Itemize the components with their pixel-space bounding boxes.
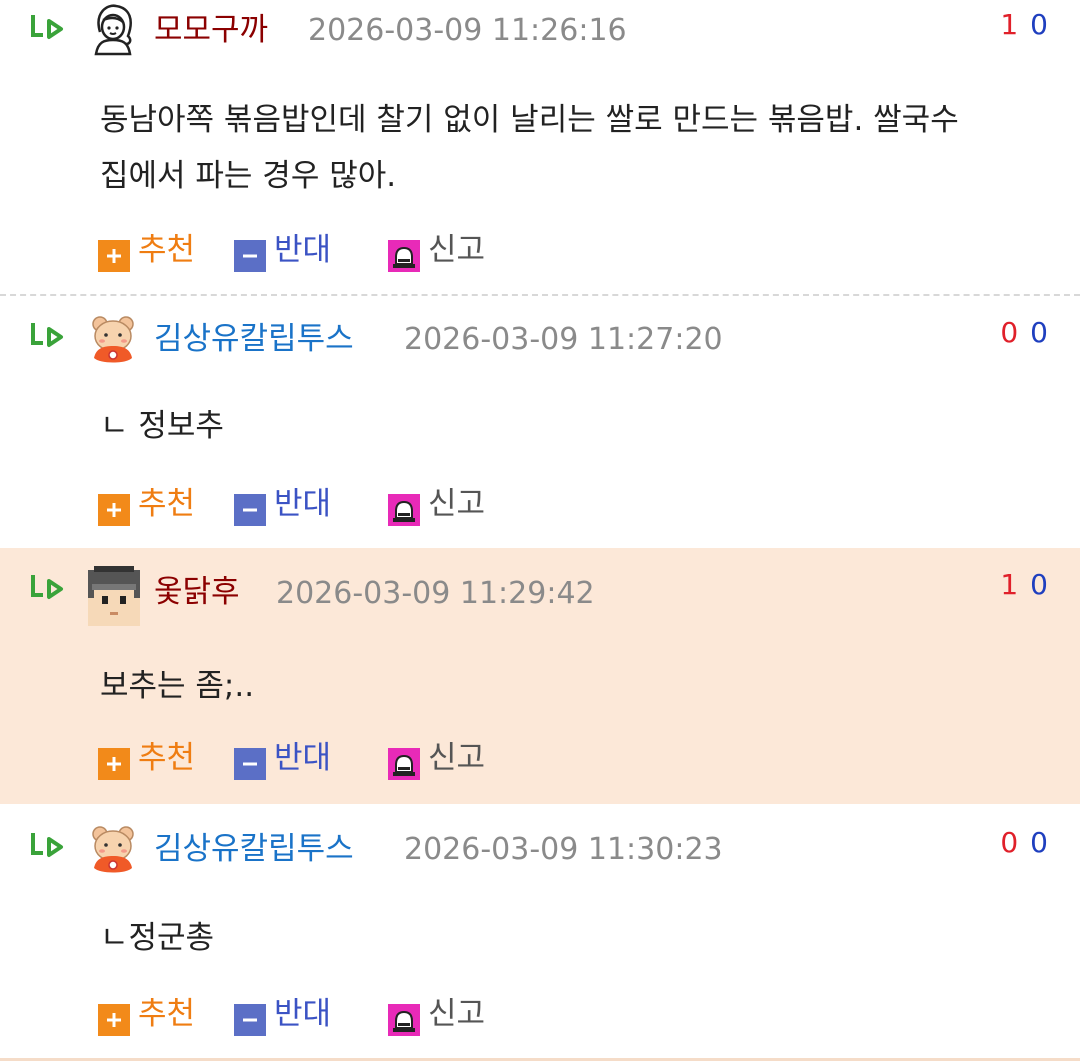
upvote-count: 1 (1000, 8, 1019, 41)
downvote-count: 0 (1030, 826, 1048, 859)
upvote-count: 1 (1000, 568, 1019, 601)
report-label: 신고 (428, 740, 486, 776)
comment-author[interactable]: 김상유칼립투스 (154, 319, 354, 359)
comment-date: 2026-03-09 11:26:16 (308, 13, 627, 48)
comment-text-line: ㄴ 정보추 (100, 408, 224, 444)
siren-icon (388, 1004, 420, 1036)
comment-author[interactable]: 모모구까 (154, 10, 268, 50)
comment-body: ㄴ 정보추 (100, 398, 1060, 454)
recommend-label: 추천 (138, 740, 196, 776)
upvote-count: 0 (1000, 316, 1019, 349)
bear-icon (92, 826, 134, 873)
plus-icon (98, 494, 130, 526)
downvote-count: 0 (1030, 316, 1048, 349)
comment-highlighted: 옻닭후 2026-03-09 11:29:42 10 보추는 좀;.. 추천 반… (0, 548, 1080, 804)
recommend-label: 추천 (138, 232, 196, 268)
vote-counts: 00 (1000, 826, 1048, 860)
comment-text-line: 동남아쪽 볶음밥인데 찰기 없이 날리는 쌀로 만드는 볶음밥. 쌀국수 (100, 102, 959, 138)
siren-icon (388, 494, 420, 526)
plus-icon (98, 1004, 130, 1036)
reply-arrow-icon (31, 15, 63, 39)
comment-date: 2026-03-09 11:27:20 (404, 322, 723, 357)
reply-arrow-icon (31, 575, 63, 599)
vote-counts: 00 (1000, 316, 1048, 350)
minus-icon (234, 748, 266, 780)
minus-icon (234, 240, 266, 272)
report-label: 신고 (428, 486, 486, 522)
oppose-label: 반대 (274, 996, 332, 1032)
reply-arrow-icon (31, 323, 63, 347)
comment-text-line: ㄴ정군총 (100, 920, 215, 956)
downvote-count: 0 (1030, 8, 1048, 41)
comment-author[interactable]: 옻닭후 (154, 572, 240, 612)
woman-outline-icon (94, 4, 132, 56)
bear-icon (92, 316, 134, 363)
recommend-label: 추천 (138, 486, 196, 522)
comment-body: 동남아쪽 볶음밥인데 찰기 없이 날리는 쌀로 만드는 볶음밥. 쌀국수 집에서… (100, 92, 1060, 204)
comment-text-line: 집에서 파는 경우 많아. (100, 158, 397, 194)
comment-text-line: 보추는 좀;.. (100, 668, 255, 704)
comment-author[interactable]: 김상유칼립투스 (154, 829, 354, 869)
plus-icon (98, 240, 130, 272)
oppose-label: 반대 (274, 232, 332, 268)
comment: 김상유칼립투스 2026-03-09 11:27:20 00 ㄴ 정보추 추천 … (0, 296, 1080, 548)
recommend-label: 추천 (138, 996, 196, 1032)
graduate-boy-icon (88, 566, 140, 626)
comment-body: ㄴ정군총 (100, 910, 1060, 966)
downvote-count: 0 (1030, 568, 1048, 601)
oppose-label: 반대 (274, 486, 332, 522)
siren-icon (388, 748, 420, 780)
plus-icon (98, 748, 130, 780)
upvote-count: 0 (1000, 826, 1019, 859)
reply-arrow-icon (31, 833, 63, 857)
comment-body: 보추는 좀;.. (100, 658, 1060, 714)
oppose-label: 반대 (274, 740, 332, 776)
comment: 김상유칼립투스 2026-03-09 11:30:23 00 ㄴ정군총 추천 반… (0, 804, 1080, 1060)
vote-counts: 10 (1000, 568, 1048, 602)
report-label: 신고 (428, 232, 486, 268)
vote-counts: 10 (1000, 8, 1048, 42)
siren-icon (388, 240, 420, 272)
comment-date: 2026-03-09 11:29:42 (276, 576, 595, 611)
minus-icon (234, 494, 266, 526)
comment-divider (0, 1058, 1080, 1061)
minus-icon (234, 1004, 266, 1036)
comment-date: 2026-03-09 11:30:23 (404, 832, 723, 867)
report-label: 신고 (428, 996, 486, 1032)
comment: 모모구까 2026-03-09 11:26:16 10 동남아쪽 볶음밥인데 찰… (0, 0, 1080, 296)
